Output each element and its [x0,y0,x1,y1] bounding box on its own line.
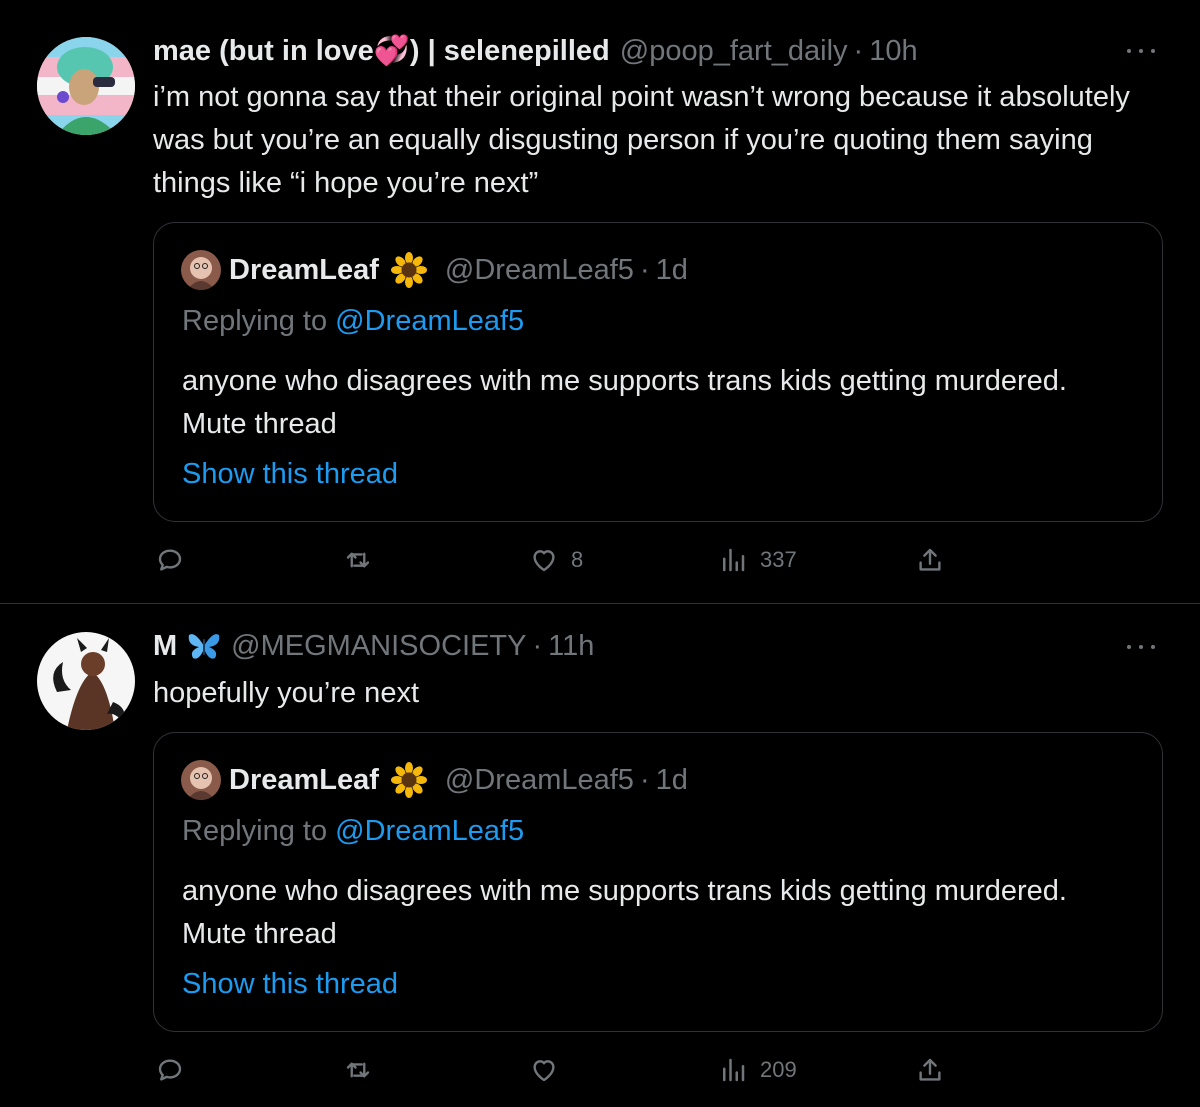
quote-timestamp[interactable]: 1d [656,254,688,287]
like-count: 8 [571,547,584,572]
retweet-icon [346,1062,370,1078]
quote-author-name[interactable]: DreamLeaf [229,254,379,287]
replying-to: Replying to @DreamLeaf5 [182,305,524,338]
retweet-icon [346,552,370,568]
quote-author-handle[interactable]: @DreamLeaf5 [445,764,634,797]
quoted-tweet[interactable]: DreamLeaf @DreamLeaf5 · 1d Replying to @… [153,222,1163,522]
reply-button[interactable] [155,1050,197,1090]
tweet-text: hopefully you’re next [153,677,419,709]
quote-avatar [181,250,221,290]
sunflower-icon [390,252,427,288]
quote-text: anyone who disagrees with me supports tr… [182,365,1067,440]
separator-dot: · [532,629,543,662]
butterfly-icon [187,631,221,661]
share-icon [919,1058,941,1081]
more-options-icon[interactable] [1124,41,1158,61]
timestamp[interactable]: 10h [869,35,917,68]
heart-icon [533,550,555,572]
like-button[interactable] [529,1050,571,1090]
sunflower-icon [390,762,427,798]
author-name[interactable]: mae (but in love💞) | selenepilled [153,34,610,68]
replying-to-handle[interactable]: @DreamLeaf5 [335,815,524,847]
reply-icon [158,549,182,571]
quote-avatar [181,760,221,800]
like-button[interactable]: 8 [529,540,583,580]
avatar[interactable] [37,37,135,135]
quote-author-name[interactable]: DreamLeaf [229,764,379,797]
heart-icon [533,1060,555,1082]
replying-to-handle[interactable]: @DreamLeaf5 [335,305,524,337]
share-button[interactable] [915,1050,945,1090]
views-count: 337 [760,547,797,572]
more-options-icon[interactable] [1124,637,1158,657]
replying-to: Replying to @DreamLeaf5 [182,815,524,848]
show-thread-link[interactable]: Show this thread [182,968,398,1001]
tweet-text: i’m not gonna say that their original po… [153,81,1130,199]
author-handle[interactable]: @MEGMANISOCIETY [231,630,526,663]
retweet-button[interactable] [343,540,385,580]
separator-dot: · [639,763,650,796]
replying-to-label: Replying to [182,305,336,337]
action-bar: 209 [153,1050,953,1090]
quote-text: anyone who disagrees with me supports tr… [182,875,1067,950]
quote-timestamp[interactable]: 1d [656,764,688,797]
author-handle[interactable]: @poop_fart_daily [620,35,848,68]
quoted-tweet[interactable]: DreamLeaf @DreamLeaf5 · 1d Replying to @… [153,732,1163,1032]
views-icon [723,548,745,572]
action-bar: 8 337 [153,540,953,580]
tweet[interactable]: M @MEGMANISOCIETY · 11h hopefully you’re… [0,605,1200,1107]
tweet[interactable]: mae (but in love💞) | selenepilled @poop_… [0,0,1200,604]
views-count: 209 [760,1057,797,1082]
show-thread-link[interactable]: Show this thread [182,458,398,491]
timestamp[interactable]: 11h [548,630,594,663]
share-icon [919,548,941,571]
quote-author-handle[interactable]: @DreamLeaf5 [445,254,634,287]
share-button[interactable] [915,540,945,580]
views-button[interactable]: 209 [718,1050,797,1090]
reply-icon [158,1059,182,1081]
replying-to-label: Replying to [182,815,336,847]
views-button[interactable]: 337 [718,540,797,580]
separator-dot: · [853,34,864,67]
reply-button[interactable] [155,540,197,580]
separator-dot: · [639,253,650,286]
retweet-button[interactable] [343,1050,385,1090]
views-icon [723,1058,745,1082]
author-name[interactable]: M [153,630,177,663]
avatar[interactable] [37,632,135,730]
